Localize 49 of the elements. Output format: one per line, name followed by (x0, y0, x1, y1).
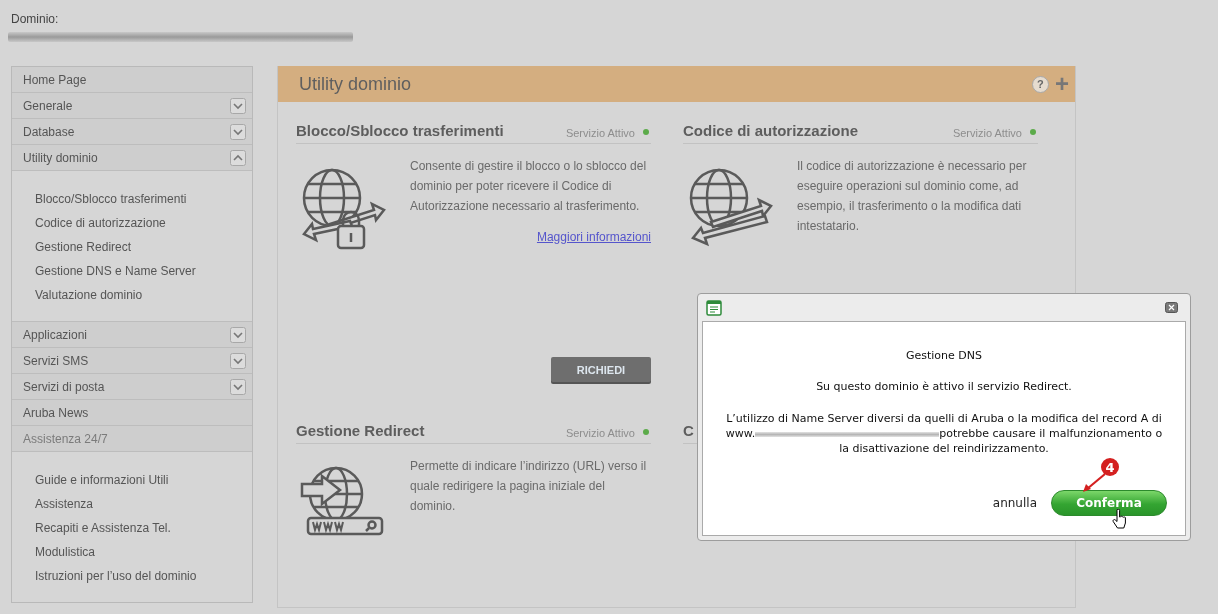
globe-www-icon (300, 466, 386, 536)
request-button[interactable]: RICHIEDI (551, 357, 651, 382)
sidebar-item[interactable]: Servizi di posta (12, 374, 252, 400)
submenu-item[interactable]: Blocco/Sblocco trasferimenti (35, 187, 187, 211)
card-description: Consente di gestire il blocco o lo sblocco del dominio per poter ricevere il Codice di Autorizzazione necessario al trasferimento. (410, 158, 648, 215)
dialog-message: Su questo dominio è attivo il servizio Redirect. (815, 379, 1073, 394)
sidebar-item[interactable]: Servizi SMS (12, 348, 252, 374)
card-title: C (683, 422, 694, 439)
sidebar-item[interactable]: Applicazioni (12, 322, 252, 348)
sidebar-item[interactable]: Aruba News (12, 400, 252, 426)
submenu-item[interactable]: Valutazione dominio (35, 283, 143, 307)
submenu-item[interactable]: Gestione Redirect (35, 235, 132, 259)
window-icon (706, 299, 722, 316)
card-description: Il codice di autorizzazione è necessario per eseguire operazioni sul dominio come, ad esempio, il trasferimento o la modifica dati intestatario. (797, 158, 1028, 235)
dialog-title: Gestione DNS (905, 349, 982, 362)
service-status: Servizio Attivo (565, 427, 635, 439)
sidebar-item[interactable]: Database (12, 119, 252, 145)
more-info-link[interactable]: Maggiori informazioni (536, 230, 651, 244)
sidebar-item[interactable]: Utility dominio (12, 145, 252, 171)
card-description: Permette di indicare l’indirizzo (URL) verso il quale redirigere la pagina iniziale del dominio. (410, 458, 648, 515)
card-title: Blocco/Sblocco trasferimenti (296, 122, 504, 139)
dialog-warning: L’utilizzo di Name Server diversi da quelli di Aruba o la modifica del record A di www. potrebbe causare il malfunzionamento o la disattivazione del reindirizzamento. (724, 411, 1164, 456)
hand-cursor-icon (1112, 509, 1128, 529)
status-dot (643, 429, 649, 435)
collapse-icon[interactable] (230, 149, 246, 166)
submenu-item[interactable]: Gestione DNS e Name Server (35, 259, 196, 283)
cancel-link[interactable]: annulla (992, 496, 1037, 510)
confirm-button[interactable]: Conferma (1051, 490, 1167, 516)
status-dot (1030, 129, 1036, 135)
expand-icon[interactable] (230, 123, 246, 140)
sidebar-item[interactable]: Home Page (12, 67, 252, 93)
service-status: Servizio Attivo (565, 127, 635, 139)
expand-icon[interactable] (230, 352, 246, 369)
expand-icon[interactable] (230, 378, 246, 395)
submenu-item[interactable]: Codice di autorizzazione (35, 211, 166, 235)
globe-lock-icon (300, 166, 386, 252)
domain-label: Dominio: (11, 12, 60, 26)
card-title: Codice di autorizzazione (683, 122, 859, 139)
service-status: Servizio Attivo (952, 127, 1022, 139)
expand-icon[interactable] (230, 326, 246, 343)
card-title: Gestione Redirect (296, 422, 425, 439)
close-icon[interactable] (1165, 302, 1178, 313)
pointer-arrow (1081, 472, 1107, 494)
sidebar-item[interactable]: Generale (12, 93, 252, 119)
help-button[interactable]: ? (1032, 75, 1049, 93)
step-badge: 4 (1101, 458, 1119, 476)
panel-title: Utility dominio (299, 73, 413, 95)
expand-icon[interactable] (230, 97, 246, 114)
status-dot (643, 129, 649, 135)
